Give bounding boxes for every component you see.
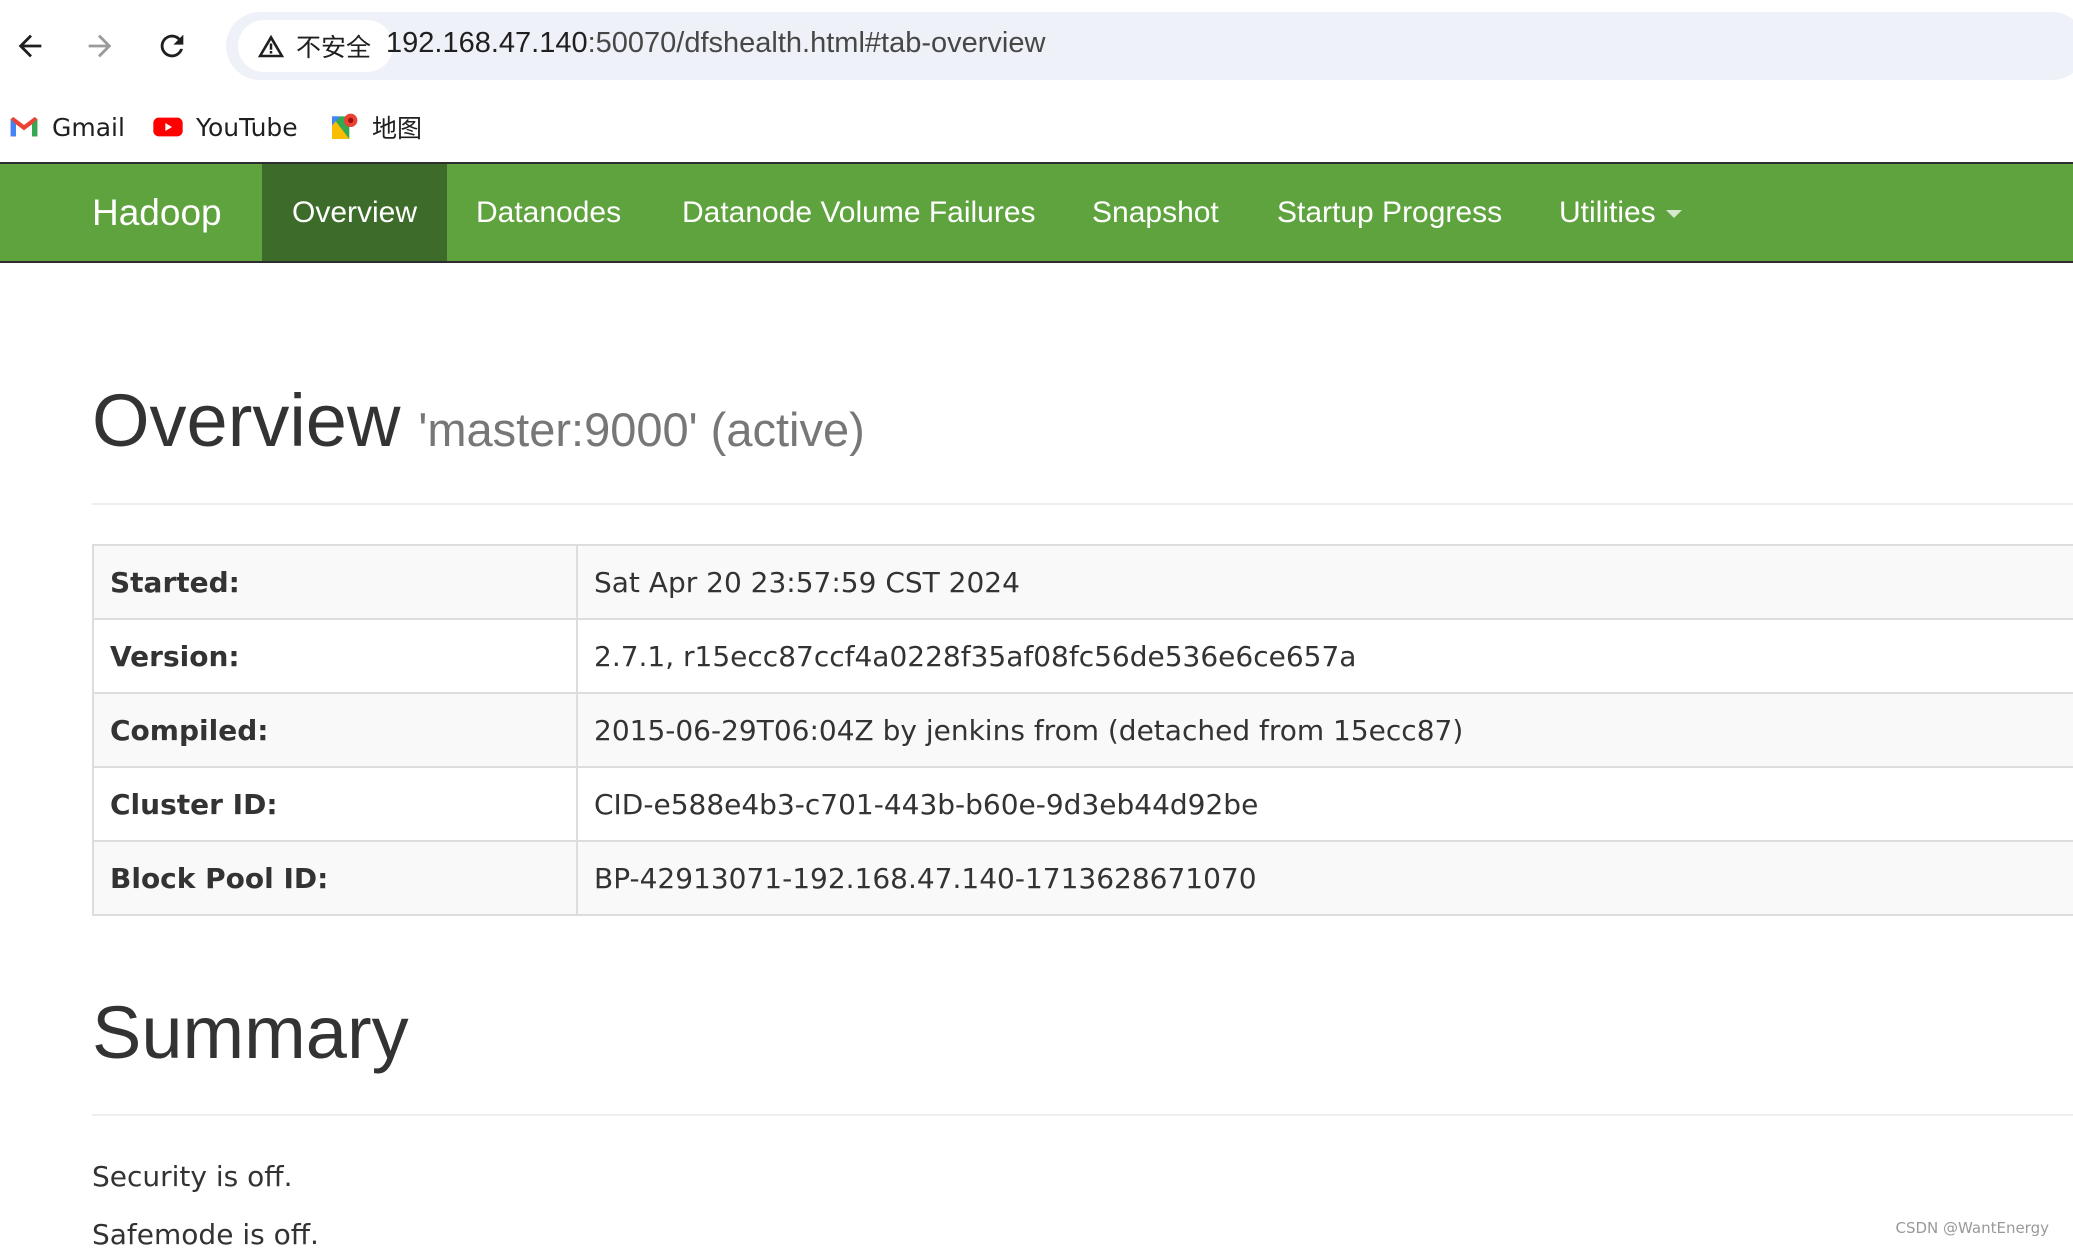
youtube-icon	[153, 117, 183, 137]
url-text[interactable]: 192.168.47.140:50070/dfshealth.html#tab-…	[386, 27, 1045, 60]
hadoop-navbar: Hadoop Overview Datanodes Datanode Volum…	[0, 162, 2073, 263]
reload-button[interactable]	[148, 22, 196, 70]
security-status: Security is off.	[92, 1160, 293, 1193]
row-key: Started:	[92, 544, 578, 620]
url-path: :50070/dfshealth.html#tab-overview	[587, 27, 1046, 59]
table-row: Block Pool ID: BP-42913071-192.168.47.14…	[92, 840, 2073, 916]
overview-subtitle: 'master:9000' (active)	[418, 403, 865, 456]
url-host: 192.168.47.140	[386, 27, 588, 59]
summary-title: Summary	[92, 991, 409, 1074]
security-label: 不安全	[296, 33, 372, 62]
row-key: Version:	[92, 618, 578, 694]
nav-datanodes[interactable]: Datanodes	[476, 164, 621, 261]
table-row: Started: Sat Apr 20 23:57:59 CST 2024	[92, 544, 2073, 620]
brand-link[interactable]: Hadoop	[92, 164, 222, 261]
divider	[92, 503, 2073, 505]
nav-overview[interactable]: Overview	[262, 164, 448, 261]
maps-icon	[332, 113, 358, 139]
table-row: Version: 2.7.1, r15ecc87ccf4a0228f35af08…	[92, 618, 2073, 694]
row-value: Sat Apr 20 23:57:59 CST 2024	[576, 544, 2073, 620]
back-button[interactable]	[6, 22, 54, 70]
row-key: Cluster ID:	[92, 766, 578, 842]
bookmark-maps[interactable]: 地图	[328, 104, 422, 150]
bookmark-label: YouTube	[196, 112, 298, 142]
row-value: CID-e588e4b3-c701-443b-b60e-9d3eb44d92be	[576, 766, 2073, 842]
address-bar[interactable]: 不安全 192.168.47.140:50070/dfshealth.html#…	[226, 12, 2073, 80]
security-chip[interactable]: 不安全	[238, 20, 394, 72]
bookmark-label: Gmail	[52, 112, 125, 142]
gmail-icon	[10, 117, 38, 137]
bookmark-gmail[interactable]: Gmail	[8, 104, 125, 150]
page-title: Overview 'master:9000' (active)	[92, 378, 865, 463]
browser-toolbar: 不安全 192.168.47.140:50070/dfshealth.html#…	[0, 0, 2073, 92]
row-value: BP-42913071-192.168.47.140-1713628671070	[576, 840, 2073, 916]
row-key: Block Pool ID:	[92, 840, 578, 916]
back-arrow-icon	[18, 34, 42, 58]
overview-table: Started: Sat Apr 20 23:57:59 CST 2024 Ve…	[92, 544, 2073, 916]
nav-utilities-dropdown[interactable]: Utilities	[1559, 164, 1682, 261]
table-row: Compiled: 2015-06-29T06:04Z by jenkins f…	[92, 692, 2073, 768]
watermark: CSDN @WantEnergy	[1895, 1219, 2049, 1237]
warning-triangle-icon	[257, 34, 285, 58]
nav-utilities-label: Utilities	[1559, 196, 1656, 229]
nav-datanode-volume-failures[interactable]: Datanode Volume Failures	[682, 164, 1036, 261]
forward-arrow-icon	[88, 34, 112, 58]
overview-title: Overview	[92, 379, 401, 462]
table-row: Cluster ID: CID-e588e4b3-c701-443b-b60e-…	[92, 766, 2073, 842]
safemode-status: Safemode is off.	[92, 1218, 319, 1251]
caret-down-icon	[1665, 210, 1682, 219]
row-value: 2015-06-29T06:04Z by jenkins from (detac…	[576, 692, 2073, 768]
row-key: Compiled:	[92, 692, 578, 768]
nav-snapshot[interactable]: Snapshot	[1092, 164, 1219, 261]
bookmark-label: 地图	[372, 114, 423, 143]
reload-icon	[160, 34, 184, 58]
nav-startup-progress[interactable]: Startup Progress	[1277, 164, 1502, 261]
bookmark-youtube[interactable]: YouTube	[152, 104, 298, 150]
divider	[92, 1114, 2073, 1116]
forward-button[interactable]	[76, 22, 124, 70]
row-value: 2.7.1, r15ecc87ccf4a0228f35af08fc56de536…	[576, 618, 2073, 694]
bookmarks-bar: Gmail YouTube 地图	[0, 92, 2073, 162]
